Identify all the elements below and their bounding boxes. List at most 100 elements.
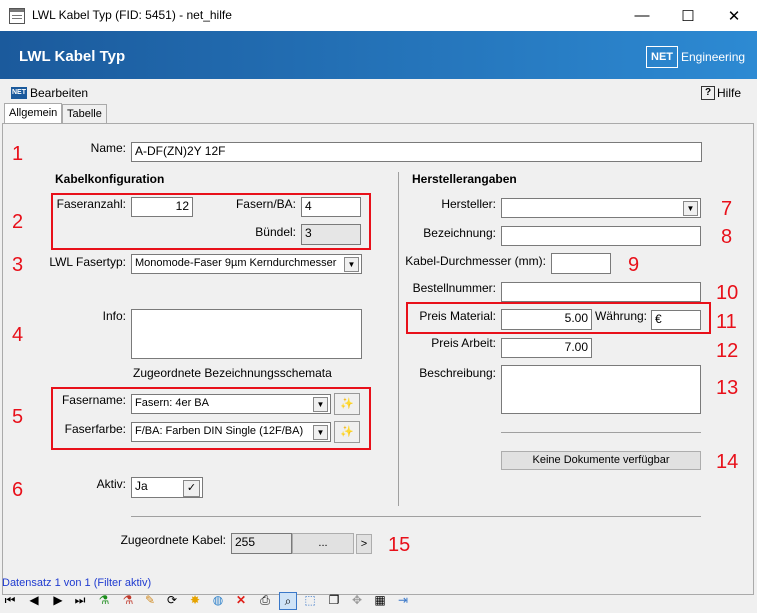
- close-icon[interactable]: ✕: [711, 0, 757, 31]
- annotation-14: 14: [716, 451, 739, 473]
- delete-icon[interactable]: ✕: [233, 592, 249, 608]
- globe-icon[interactable]: ◍: [210, 592, 226, 608]
- annotation-15: 15: [388, 534, 411, 556]
- beschreibung-field[interactable]: [501, 365, 701, 414]
- chevron-down-icon[interactable]: ▼: [313, 425, 328, 440]
- net-logo: NET: [646, 46, 678, 68]
- annotation-12: 12: [716, 340, 739, 362]
- annotation-10: 10: [716, 282, 739, 304]
- column-divider: [398, 172, 399, 506]
- bezeichnung-label: Bezeichnung:: [423, 226, 496, 240]
- tab-allgemein[interactable]: Allgemein: [4, 103, 63, 124]
- refresh-icon[interactable]: ⟳: [164, 592, 180, 608]
- annotation-4: 4: [12, 324, 24, 346]
- beschreibung-label: Beschreibung:: [419, 366, 496, 380]
- chevron-down-icon[interactable]: ▼: [683, 201, 698, 216]
- bezeichnung-field[interactable]: [501, 226, 701, 246]
- record-status: Datensatz 1 von 1 (Filter aktiv): [2, 577, 152, 589]
- tab-tabelle[interactable]: Tabelle: [62, 104, 107, 124]
- filter-add-icon[interactable]: ⚗: [96, 592, 112, 608]
- app-table-icon: [9, 8, 25, 24]
- chevron-down-icon[interactable]: ▼: [313, 397, 328, 412]
- faserfarbe-dropdown[interactable]: F/BA: Farben DIN Single (12F/BA) ▼: [131, 422, 331, 442]
- section-divider: [131, 516, 701, 517]
- kabelkonfiguration-heading: Kabelkonfiguration: [55, 172, 165, 186]
- edit-pencil-icon[interactable]: ✎: [142, 592, 158, 608]
- magic-wand-icon[interactable]: ✨: [334, 421, 360, 443]
- zoom-icon[interactable]: ⌕: [279, 592, 297, 610]
- annotation-6: 6: [12, 479, 24, 501]
- magic-wand-icon[interactable]: ✨: [334, 393, 360, 415]
- preis-arbeit-field[interactable]: 7.00: [501, 338, 592, 358]
- schemata-label: Zugeordnete Bezeichnungsschemata: [133, 366, 332, 380]
- menu-bearbeiten[interactable]: Bearbeiten: [30, 86, 88, 100]
- first-record-icon[interactable]: ⏮: [2, 592, 18, 608]
- net-logo-text: Engineering: [681, 50, 746, 64]
- fasertyp-value: Monomode-Faser 9µm Kerndurchmesser: [135, 257, 337, 269]
- name-field[interactable]: A-DF(ZN)2Y 12F: [131, 142, 702, 162]
- maximize-icon[interactable]: ☐: [665, 0, 711, 31]
- window-title: LWL Kabel Typ (FID: 5451) - net_hilfe: [32, 8, 232, 22]
- aktiv-label: Aktiv:: [96, 477, 126, 491]
- next-record-icon[interactable]: ▶: [50, 592, 66, 608]
- preis-material-label: Preis Material:: [419, 309, 496, 323]
- fasern-ba-label: Fasern/BA:: [235, 197, 296, 211]
- fasername-dropdown[interactable]: Fasern: 4er BA ▼: [131, 394, 331, 414]
- kabel-count-field: 255: [231, 533, 292, 554]
- print-icon[interactable]: ⎙: [257, 592, 273, 608]
- previous-record-icon[interactable]: ◀: [26, 592, 42, 608]
- faserfarbe-value: F/BA: Farben DIN Single (12F/BA): [135, 425, 304, 437]
- waehrung-field[interactable]: €: [651, 310, 701, 330]
- faseranzahl-field[interactable]: 12: [131, 197, 193, 217]
- info-field[interactable]: [131, 309, 362, 359]
- durchmesser-label: Kabel-Durchmesser (mm):: [405, 254, 546, 268]
- filter-remove-icon[interactable]: ⚗: [120, 592, 136, 608]
- dokumente-button[interactable]: Keine Dokumente verfügbar: [501, 451, 701, 470]
- minimize-icon[interactable]: —: [619, 0, 665, 31]
- net-menu-icon: NET: [11, 87, 27, 99]
- bestellnummer-label: Bestellnummer:: [412, 281, 496, 295]
- hersteller-dropdown[interactable]: ▼: [501, 198, 701, 218]
- annotation-8: 8: [721, 226, 733, 248]
- bestellnummer-field[interactable]: [501, 282, 701, 302]
- preis-material-field[interactable]: 5.00: [501, 309, 592, 330]
- annotation-13: 13: [716, 377, 739, 399]
- faseranzahl-label: Faseranzahl:: [56, 197, 126, 211]
- herstellerangaben-heading: Herstellerangaben: [412, 172, 517, 186]
- aktiv-value: Ja: [135, 479, 148, 493]
- hersteller-label: Hersteller:: [441, 197, 496, 211]
- header-title: LWL Kabel Typ: [19, 48, 126, 65]
- name-label: Name:: [90, 141, 126, 155]
- annotation-5: 5: [12, 406, 24, 428]
- form-header: LWL Kabel Typ NET Engineering: [0, 31, 757, 79]
- table-edit-icon[interactable]: ▦: [372, 592, 388, 608]
- durchmesser-field[interactable]: [551, 253, 611, 274]
- annotation-11: 11: [716, 311, 737, 333]
- checkmark-icon[interactable]: ✓: [183, 480, 200, 497]
- preis-arbeit-label: Preis Arbeit:: [431, 336, 496, 350]
- fasern-ba-field[interactable]: 4: [301, 197, 361, 217]
- kabel-browse-button[interactable]: ...: [292, 533, 354, 554]
- move-icon[interactable]: ✥: [349, 592, 365, 608]
- aktiv-dropdown[interactable]: Ja ✓: [131, 477, 203, 498]
- help-icon[interactable]: ?: [701, 86, 715, 100]
- menu-hilfe[interactable]: Hilfe: [717, 86, 741, 100]
- select-icon[interactable]: ⬚: [302, 592, 318, 608]
- kabel-label: Zugeordnete Kabel:: [120, 533, 226, 547]
- annotation-2: 2: [12, 211, 24, 233]
- last-record-icon[interactable]: ⏭: [72, 592, 88, 608]
- new-record-icon[interactable]: ✸: [187, 592, 203, 608]
- kabel-next-button[interactable]: >: [356, 534, 372, 554]
- title-bar: LWL Kabel Typ (FID: 5451) - net_hilfe — …: [0, 0, 757, 31]
- info-label: Info:: [102, 309, 126, 323]
- annotation-7: 7: [721, 198, 733, 220]
- fasername-label: Fasername:: [61, 393, 126, 407]
- chevron-down-icon[interactable]: ▼: [344, 257, 359, 272]
- waehrung-label: Währung:: [594, 309, 647, 323]
- copy-icon[interactable]: ❐: [326, 592, 342, 608]
- annotation-3: 3: [12, 254, 24, 276]
- annotation-1: 1: [12, 143, 24, 165]
- divider-line: [501, 432, 701, 433]
- exit-icon[interactable]: ⇥: [395, 592, 411, 608]
- fasertyp-dropdown[interactable]: Monomode-Faser 9µm Kerndurchmesser ▼: [131, 254, 362, 274]
